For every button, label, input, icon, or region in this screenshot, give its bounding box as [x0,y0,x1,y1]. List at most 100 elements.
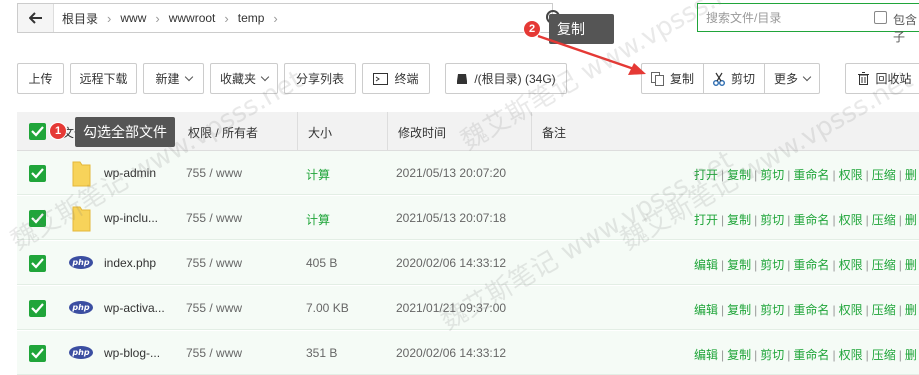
favorites-button[interactable]: 收藏夹 [210,63,278,94]
file-mtime: 2021/05/13 20:07:18 [396,211,507,225]
check-icon [31,348,44,359]
file-name[interactable]: wp-admin [104,166,156,180]
file-permission[interactable]: 755 / www [186,346,242,360]
cut-button[interactable]: 剪切 [704,64,766,93]
action-rename[interactable]: 重命名 [793,303,829,317]
file-size: 405 B [306,256,338,270]
action-edit[interactable]: 编辑 [694,258,718,272]
upload-label: 上传 [28,72,53,86]
file-permission[interactable]: 755 / www [186,166,242,180]
row-checkbox[interactable] [29,165,46,182]
action-compress[interactable]: 压缩 [872,303,896,317]
action-delete[interactable]: 删 [905,168,917,182]
file-size-calc-link[interactable]: 计算 [306,211,330,228]
chevron-down-icon [184,72,193,81]
action-copy[interactable]: 复制 [727,213,751,227]
back-button[interactable] [18,4,54,32]
file-mtime: 2020/02/06 14:33:12 [396,256,507,270]
file-name[interactable]: wp-activa... [104,301,165,315]
action-edit[interactable]: 编辑 [694,303,718,317]
action-delete[interactable]: 删 [905,303,917,317]
header-note[interactable]: 备注 [542,124,566,141]
chevron-right-icon: › [155,10,160,26]
remote-download-button[interactable]: 远程下载 [70,63,137,94]
search-input[interactable] [698,4,858,31]
select-all-checkbox[interactable] [29,123,46,140]
row-checkbox[interactable] [29,210,46,227]
table-row[interactable]: wp-admin 755 / www 计算 2021/05/13 20:07:2… [17,151,919,195]
row-actions: 编辑 | 复制 | 剪切 | 重命名 | 权限 | 压缩 | 删 [694,348,917,362]
breadcrumb-temp[interactable]: temp [238,11,265,25]
table-row[interactable]: php index.php 755 / www 405 B 2020/02/06… [17,241,919,285]
action-edit[interactable]: 编辑 [694,348,718,362]
hard-disk-icon [457,73,468,84]
breadcrumb-www[interactable]: www [120,11,146,25]
file-name[interactable]: index.php [104,256,156,270]
action-cut[interactable]: 剪切 [760,348,784,362]
php-file-icon: php [69,301,93,314]
more-label: 更多 [774,72,799,86]
terminal-button[interactable]: 终端 [362,63,430,94]
row-checkbox[interactable] [29,345,46,362]
file-name[interactable]: wp-blog-... [104,346,160,360]
action-rename[interactable]: 重命名 [793,348,829,362]
header-permission[interactable]: 权限 / 所有者 [188,124,258,141]
header-size[interactable]: 大小 [308,124,332,141]
recycle-bin-button[interactable]: 回收站 [845,63,919,94]
action-rename[interactable]: 重命名 [793,168,829,182]
action-rename[interactable]: 重命名 [793,213,829,227]
file-permission[interactable]: 755 / www [186,301,242,315]
action-delete[interactable]: 删 [905,213,917,227]
action-cut[interactable]: 剪切 [760,258,784,272]
action-cut[interactable]: 剪切 [760,303,784,317]
action-open[interactable]: 打开 [694,168,718,182]
terminal-label: 终端 [394,72,419,86]
action-permission[interactable]: 权限 [839,303,863,317]
breadcrumb-wwwroot[interactable]: wwwroot [169,11,216,25]
upload-button[interactable]: 上传 [17,63,64,94]
chevron-right-icon: › [107,10,112,26]
table-row[interactable]: wp-inclu... 755 / www 计算 2021/05/13 20:0… [17,196,919,240]
check-icon [31,303,44,314]
action-copy[interactable]: 复制 [727,258,751,272]
action-cut[interactable]: 剪切 [760,168,784,182]
action-compress[interactable]: 压缩 [872,348,896,362]
action-permission[interactable]: 权限 [839,168,863,182]
action-permission[interactable]: 权限 [839,348,863,362]
action-permission[interactable]: 权限 [839,258,863,272]
header-mtime[interactable]: 修改时间 [398,124,446,141]
row-checkbox[interactable] [29,255,46,272]
action-copy[interactable]: 复制 [727,168,751,182]
header-divider [531,112,532,151]
include-subdir-checkbox[interactable] [874,11,887,24]
more-button[interactable]: 更多 [765,64,819,93]
file-size-calc-link[interactable]: 计算 [306,166,330,183]
check-icon [31,213,44,224]
action-cut[interactable]: 剪切 [760,213,784,227]
action-delete[interactable]: 删 [905,348,917,362]
row-actions: 编辑 | 复制 | 剪切 | 重命名 | 权限 | 压缩 | 删 [694,303,917,317]
share-list-button[interactable]: 分享列表 [284,63,356,94]
action-copy[interactable]: 复制 [727,348,751,362]
file-size: 7.00 KB [306,301,349,315]
action-copy[interactable]: 复制 [727,303,751,317]
action-compress[interactable]: 压缩 [872,213,896,227]
breadcrumb-root[interactable]: 根目录 [54,10,98,27]
favorites-label: 收藏夹 [219,72,256,86]
selection-actions: 复制 剪切 更多 [641,63,821,94]
action-delete[interactable]: 删 [905,258,917,272]
action-rename[interactable]: 重命名 [793,258,829,272]
trash-icon [858,72,870,85]
table-row[interactable]: php wp-blog-... 755 / www 351 B 2020/02/… [17,331,919,375]
action-open[interactable]: 打开 [694,213,718,227]
action-permission[interactable]: 权限 [839,213,863,227]
new-button[interactable]: 新建 [143,63,204,94]
file-name[interactable]: wp-inclu... [104,211,158,225]
file-permission[interactable]: 755 / www [186,211,242,225]
action-compress[interactable]: 压缩 [872,258,896,272]
table-row[interactable]: php wp-activa... 755 / www 7.00 KB 2021/… [17,286,919,330]
row-checkbox[interactable] [29,300,46,317]
file-permission[interactable]: 755 / www [186,256,242,270]
breadcrumb: 根目录 › www › wwwroot › temp › [54,10,287,27]
action-compress[interactable]: 压缩 [872,168,896,182]
